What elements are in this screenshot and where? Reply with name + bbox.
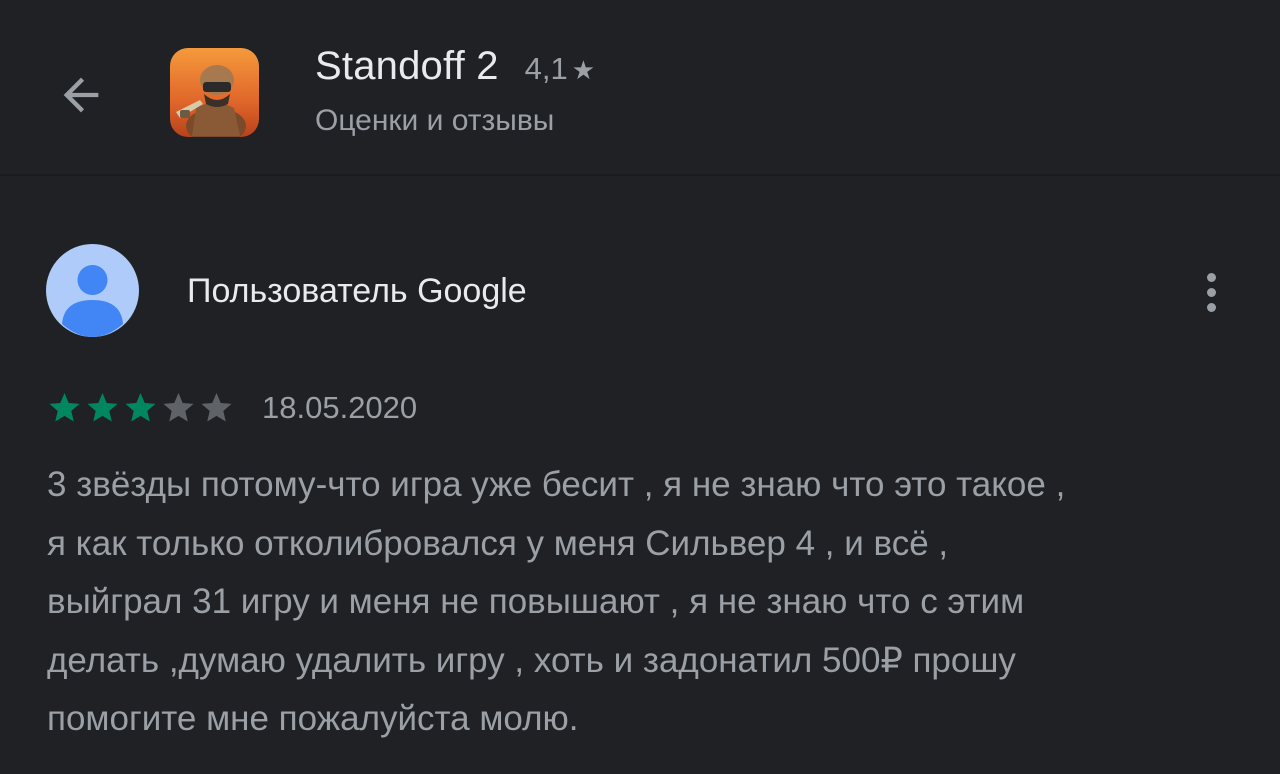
app-title-row: Standoff 2 4,1 ★ <box>315 44 595 98</box>
star-filled-icon <box>87 393 118 422</box>
more-options-button[interactable] <box>1192 264 1230 320</box>
more-vert-icon-dot <box>1206 287 1216 297</box>
app-title: Standoff 2 <box>315 44 499 88</box>
review-text: 3 звёзды потому-что игра уже бесит , я н… <box>47 465 1066 738</box>
standoff-2-app-icon <box>170 48 259 137</box>
avatar <box>46 244 139 337</box>
arrow-left-icon <box>63 77 99 113</box>
star-filled-icon <box>49 393 80 422</box>
star-rating <box>46 390 235 426</box>
reviewer-name: Пользователь Google <box>187 272 527 310</box>
star-empty-icon <box>163 393 194 422</box>
star-empty-icon <box>201 393 232 422</box>
app-icon[interactable] <box>170 48 259 137</box>
user-avatar-icon <box>62 265 123 337</box>
app-header: Standoff 2 4,1 ★ Оценки и отзывы <box>0 0 1280 176</box>
rating-star-icon: ★ <box>571 55 596 85</box>
review-card: Пользователь Google 18.05.2020 3 звёзды … <box>0 176 1280 774</box>
more-vert-icon-dot <box>1206 302 1216 312</box>
back-button[interactable] <box>48 62 114 128</box>
page-subtitle: Оценки и отзывы <box>315 104 555 137</box>
more-vert-icon <box>1206 272 1216 282</box>
review-date: 18.05.2020 <box>262 390 418 425</box>
star-filled-icon <box>125 393 156 422</box>
app-rating: 4,1 <box>524 51 568 86</box>
